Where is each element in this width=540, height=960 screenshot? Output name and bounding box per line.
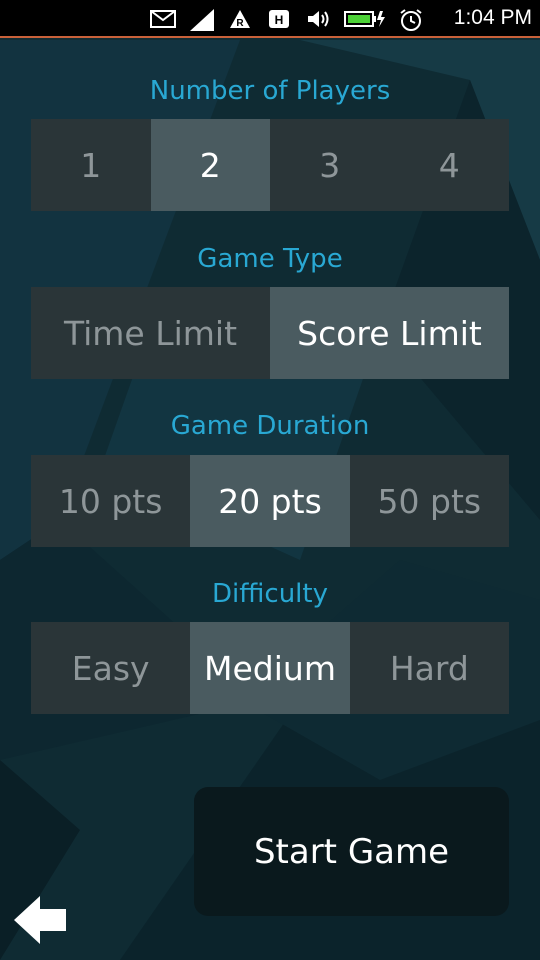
game-type-selector: Time Limit Score Limit [31, 287, 509, 379]
roaming-r-icon: R [229, 9, 251, 29]
difficulty-selector: Easy Medium Hard [31, 622, 509, 714]
status-bar: R H 1:04 PM [0, 0, 540, 38]
game-type-score-limit[interactable]: Score Limit [270, 287, 509, 379]
duration-title: Game Duration [170, 411, 370, 441]
back-button[interactable] [12, 893, 70, 947]
players-option-3[interactable]: 3 [270, 119, 390, 211]
difficulty-hard[interactable]: Hard [349, 622, 509, 714]
players-option-1[interactable]: 1 [31, 119, 151, 211]
game-type-time-limit[interactable]: Time Limit [31, 287, 270, 379]
duration-option-50[interactable]: 50 pts [349, 455, 509, 547]
signal-icon [190, 9, 214, 31]
players-option-4[interactable]: 4 [389, 119, 509, 211]
status-time: 1:04 PM [453, 6, 532, 29]
difficulty-easy[interactable]: Easy [31, 622, 191, 714]
game-type-title: Game Type [197, 244, 343, 274]
svg-text:R: R [236, 18, 244, 29]
duration-option-20[interactable]: 20 pts [190, 455, 350, 547]
alarm-icon [398, 9, 424, 31]
start-game-button[interactable]: Start Game [194, 787, 509, 916]
battery-charging-icon [344, 9, 386, 29]
difficulty-medium[interactable]: Medium [190, 622, 350, 714]
svg-text:H: H [275, 13, 284, 27]
players-selector: 1 2 3 4 [31, 119, 509, 211]
duration-selector: 10 pts 20 pts 50 pts [31, 455, 509, 547]
players-option-2[interactable]: 2 [150, 119, 270, 211]
difficulty-title: Difficulty [212, 579, 328, 609]
players-title: Number of Players [149, 76, 391, 106]
volume-icon [306, 9, 332, 29]
mail-icon [150, 9, 176, 29]
h-network-icon: H [268, 9, 290, 29]
back-arrow-icon [14, 896, 66, 944]
duration-option-10[interactable]: 10 pts [31, 455, 191, 547]
